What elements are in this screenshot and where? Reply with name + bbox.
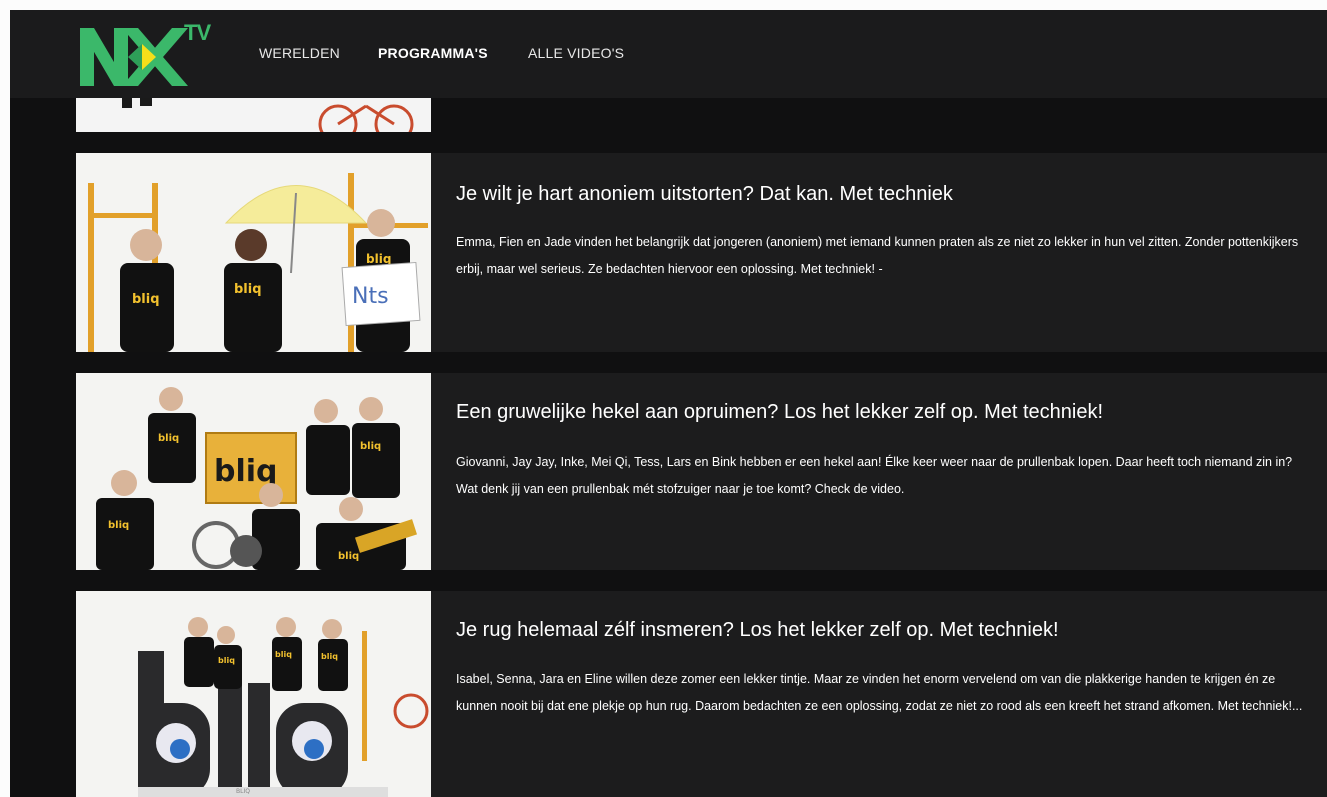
- bliq-shirt-text: bliq: [218, 656, 235, 665]
- bliq-shirt-text: bliq: [108, 520, 129, 531]
- video-thumbnail[interactable]: bliq bliq bliq bliq bliq: [76, 373, 431, 570]
- video-card[interactable]: bliq bliq bliq Nts Je wilt je hart anoni…: [76, 153, 1327, 352]
- bliq-shirt-text: bliq: [338, 551, 359, 562]
- nxtv-logo[interactable]: TV: [76, 14, 226, 94]
- video-thumbnail-previous[interactable]: [76, 98, 431, 132]
- nav-programmas[interactable]: PROGRAMMA'S: [378, 45, 488, 61]
- video-description: Emma, Fien en Jade vinden het belangrijk…: [456, 235, 1299, 276]
- nav-werelden[interactable]: WERELDEN: [259, 45, 340, 61]
- video-card[interactable]: BLIQ bliq bliq bliq Je rug helemaal zélf…: [76, 591, 1327, 797]
- video-thumbnail-image: BLIQ bliq bliq bliq: [76, 591, 431, 797]
- video-description: Isabel, Senna, Jara en Eline willen deze…: [456, 672, 1303, 713]
- logo-tv-text: TV: [184, 20, 211, 45]
- video-description: Giovanni, Jay Jay, Inke, Mei Qi, Tess, L…: [456, 455, 1293, 496]
- bliq-shirt-text: bliq: [366, 252, 391, 266]
- bliq-shirt-text: bliq: [158, 433, 179, 444]
- bliq-shirt-text: bliq: [275, 650, 292, 659]
- video-card[interactable]: bliq bliq bliq bliq bliq Een gruwelijke …: [76, 373, 1327, 570]
- bliq-shirt-text: bliq: [234, 282, 262, 297]
- video-thumbnail[interactable]: bliq bliq bliq Nts: [76, 153, 431, 352]
- video-thumbnail-image: bliq bliq bliq bliq bliq: [76, 373, 431, 570]
- nav-alle-videos[interactable]: ALLE VIDEO'S: [528, 45, 624, 61]
- platform-label: BLIQ: [236, 788, 250, 795]
- video-title[interactable]: Je rug helemaal zélf insmeren? Los het l…: [456, 619, 1059, 642]
- bliq-shirt-text: bliq: [360, 441, 381, 452]
- video-title[interactable]: Een gruwelijke hekel aan opruimen? Los h…: [456, 401, 1103, 424]
- bliq-shirt-text: bliq: [132, 292, 160, 307]
- video-thumbnail[interactable]: BLIQ bliq bliq bliq: [76, 591, 431, 797]
- site-header: TV WERELDEN PROGRAMMA'S ALLE VIDEO'S: [10, 10, 1327, 98]
- bicycle-image: [76, 98, 431, 132]
- video-thumbnail-image: bliq bliq bliq Nts: [76, 153, 431, 352]
- video-title[interactable]: Je wilt je hart anoniem uitstorten? Dat …: [456, 183, 953, 206]
- sign-text: Nts: [352, 284, 389, 309]
- bliq-shirt-text: bliq: [321, 652, 338, 661]
- browser-viewport: TV WERELDEN PROGRAMMA'S ALLE VIDEO'S bli…: [10, 10, 1327, 797]
